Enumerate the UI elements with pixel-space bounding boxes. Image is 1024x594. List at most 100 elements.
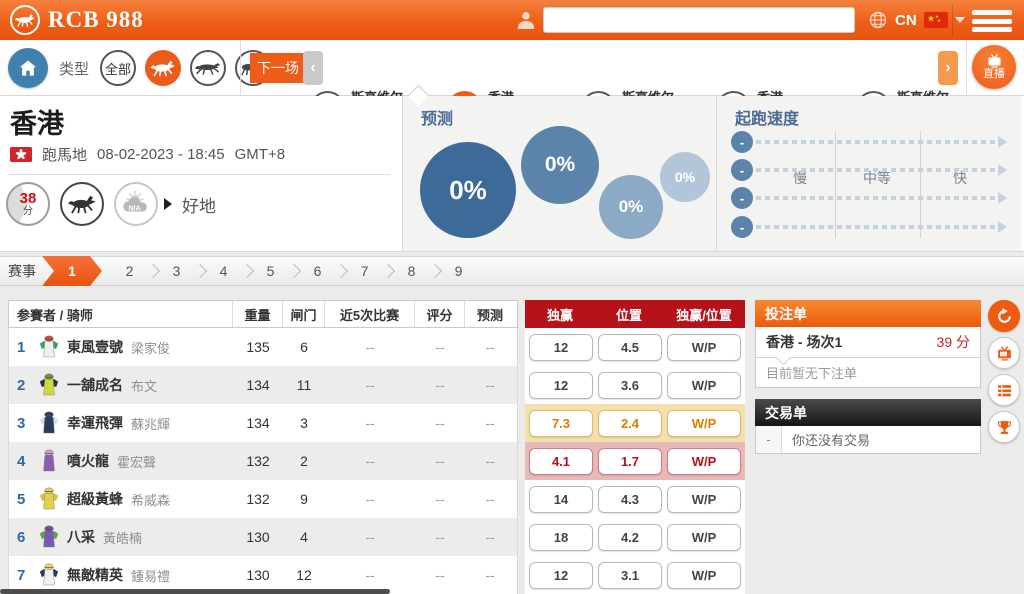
jockey-silk-icon: [39, 486, 59, 512]
place-odds-button[interactable]: 4.5: [598, 334, 662, 361]
results-trophy-button[interactable]: [988, 411, 1020, 443]
speed-lane: -: [731, 131, 1007, 153]
win-odds-button[interactable]: 18: [529, 524, 593, 551]
win-odds-button[interactable]: 14: [529, 486, 593, 513]
filter-horse-racing-button[interactable]: [145, 50, 181, 86]
nav-divider: [240, 40, 241, 96]
win-place-button[interactable]: W/P: [667, 334, 741, 361]
horizontal-scrollbar[interactable]: [0, 589, 390, 594]
runner-row: 3 幸運飛彈 蘇兆輝 134 3 -- -- -- 7.3 2.4 W/P: [8, 404, 746, 442]
race-datetime: 08-02-2023 - 18:45: [97, 146, 225, 163]
win-odds-button[interactable]: 7.3: [529, 410, 593, 437]
race-navigation-bar: 类型 全部 下一场 ‹ 斯高维尔 R1 23 分 香港 R1: [0, 40, 1024, 96]
weight-value: 134: [233, 415, 283, 431]
win-place-button[interactable]: W/P: [667, 410, 741, 437]
runner-number: 4: [17, 453, 31, 470]
bet-list-button[interactable]: [988, 374, 1020, 406]
col-win: 独赢: [525, 305, 595, 324]
place-odds-button[interactable]: 2.4: [598, 410, 662, 437]
tv-icon: [986, 54, 1003, 68]
live-tv-icon: [996, 345, 1013, 362]
china-flag-icon: [924, 12, 948, 28]
win-place-button[interactable]: W/P: [667, 562, 741, 589]
prediction-value: --: [465, 491, 515, 507]
jockey-silk-icon: [39, 334, 59, 360]
betslip-panel: 投注单 香港 - 场次1 39 分 目前暂无下注单 交易单 - 你还没有交易: [755, 300, 981, 454]
race-info-band: 香港 跑馬地 08-02-2023 - 18:45 GMT+8 38 分 好地: [0, 96, 1024, 252]
live-tv-button[interactable]: [988, 337, 1020, 369]
live-stream-button[interactable]: 直播: [972, 45, 1016, 89]
side-tools: [988, 300, 1020, 443]
timeline-prev-button[interactable]: ‹: [303, 51, 323, 85]
betslip-race-label: 香港 - 场次1: [766, 332, 842, 352]
home-button[interactable]: [8, 48, 48, 88]
place-odds-button[interactable]: 3.6: [598, 372, 662, 399]
user-icon: [515, 8, 537, 32]
win-place-button[interactable]: W/P: [667, 524, 741, 551]
jockey-name: 蘇兆輝: [131, 414, 170, 433]
refresh-button[interactable]: [988, 300, 1020, 332]
rating-value: --: [415, 491, 465, 507]
prediction-value: --: [465, 453, 515, 469]
info-divider: [8, 174, 390, 175]
login-input[interactable]: [543, 7, 855, 33]
horse-icon: [150, 58, 176, 78]
going-arrow-icon: [164, 198, 172, 210]
gate-value: 9: [283, 491, 325, 507]
timeline-next-button[interactable]: ›: [938, 51, 958, 85]
jockey-silk-icon: [39, 448, 59, 474]
start-speed-panel: 起跑速度 慢 中等 快 ----: [717, 96, 1021, 251]
weight-value: 130: [233, 567, 283, 583]
horse-name: 超級黃蜂: [67, 489, 123, 509]
place-odds-button[interactable]: 1.7: [598, 448, 662, 475]
brand-logo[interactable]: RCB 988: [0, 5, 144, 35]
type-label: 类型: [59, 58, 89, 79]
jockey-name: 鍾易禮: [131, 566, 170, 585]
transactions-empty-message: 你还没有交易: [782, 426, 880, 453]
jockey-name: 梁家俊: [131, 338, 170, 357]
race-tab-9[interactable]: 9: [435, 256, 482, 286]
win-place-button[interactable]: W/P: [667, 448, 741, 475]
transactions-empty-prefix: -: [756, 426, 782, 453]
filter-greyhound-button[interactable]: [190, 50, 226, 86]
place-odds-button[interactable]: 3.1: [598, 562, 662, 589]
filter-all-button[interactable]: 全部: [100, 50, 136, 86]
language-selector[interactable]: CN: [868, 0, 965, 40]
prediction-value: --: [465, 529, 515, 545]
next-race-button[interactable]: 下一场: [250, 53, 306, 83]
rating-value: --: [415, 567, 465, 583]
last5-value: --: [325, 415, 415, 431]
win-odds-button[interactable]: 4.1: [529, 448, 593, 475]
lane-arrow-icon: [998, 221, 1007, 233]
last5-value: --: [325, 529, 415, 545]
gate-value: 3: [283, 415, 325, 431]
runner-number: 2: [17, 377, 31, 394]
results-trophy-icon: [996, 419, 1013, 436]
win-place-button[interactable]: W/P: [667, 486, 741, 513]
place-odds-button[interactable]: 4.2: [598, 524, 662, 551]
jockey-silk-icon: [39, 372, 59, 398]
menu-button[interactable]: [972, 8, 1012, 34]
col-weight: 重量: [233, 301, 283, 327]
race-venue-title: 香港: [10, 102, 64, 141]
prediction-bubble: 0%: [420, 142, 516, 238]
races-label: 赛事: [0, 261, 46, 281]
col-participant-jockey: 参賽者 / 骑师: [9, 301, 233, 327]
win-odds-button[interactable]: 12: [529, 562, 593, 589]
win-odds-button[interactable]: 12: [529, 334, 593, 361]
gate-value: 12: [283, 567, 325, 583]
horse-name: 無敵精英: [67, 565, 123, 585]
race-tab-1[interactable]: 1: [42, 256, 102, 286]
place-odds-button[interactable]: 4.3: [598, 486, 662, 513]
win-odds-button[interactable]: 12: [529, 372, 593, 399]
betslip-countdown: 39 分: [937, 332, 970, 352]
lane-track-line: [756, 168, 998, 172]
hong-kong-flag-icon: [10, 147, 32, 162]
col-place: 位置: [595, 305, 663, 324]
rating-value: --: [415, 377, 465, 393]
prediction-bubble: 0%: [521, 126, 599, 204]
win-place-button[interactable]: W/P: [667, 372, 741, 399]
jockey-name: 黃皓楠: [103, 528, 142, 547]
runner-row: 1 東風壹號 梁家俊 135 6 -- -- -- 12 4.5 W/P: [8, 328, 746, 366]
last5-value: --: [325, 339, 415, 355]
